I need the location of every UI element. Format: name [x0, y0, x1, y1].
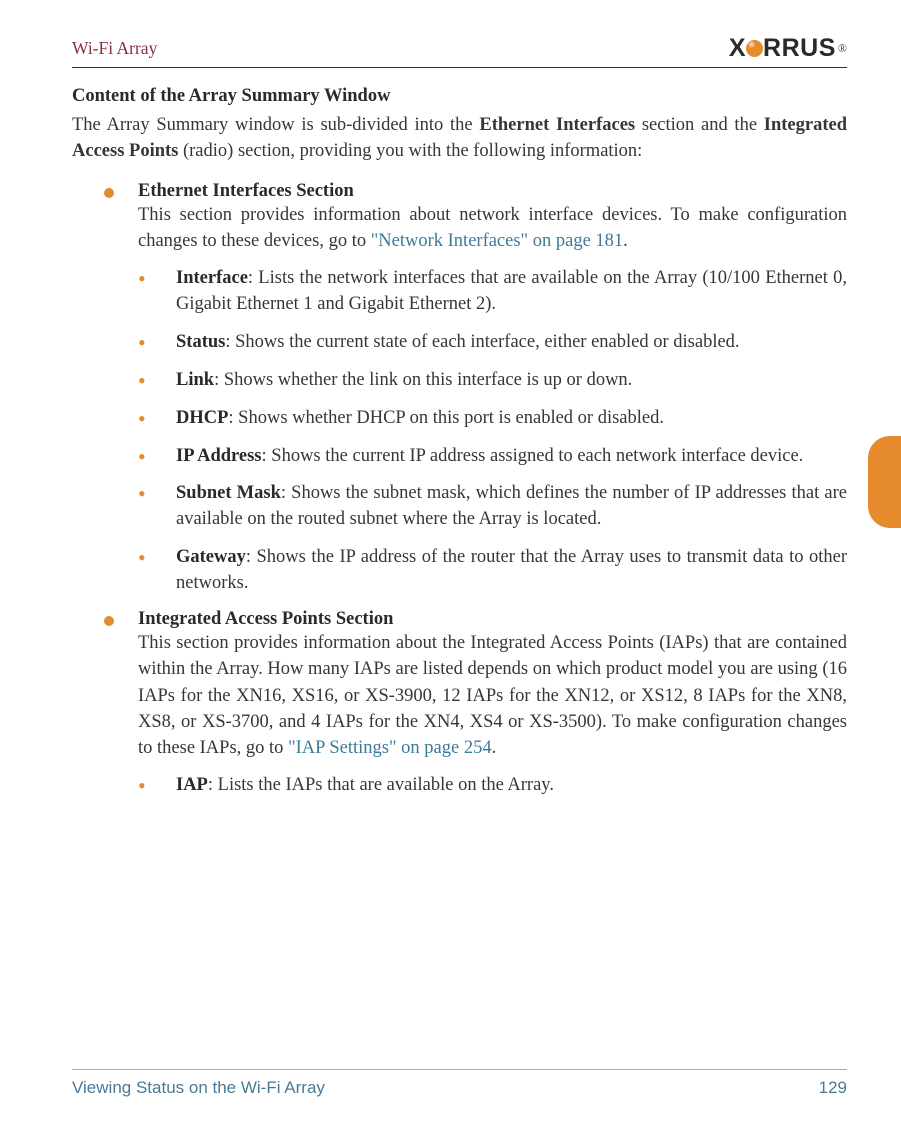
doc-title: Wi-Fi Array — [72, 38, 157, 59]
registered-icon: ® — [838, 41, 847, 56]
item-label: Gateway — [176, 547, 246, 567]
item-label: IP Address — [176, 446, 262, 466]
main-bullet-list: Ethernet Interfaces Section This section… — [72, 181, 847, 800]
list-item: Gateway: Shows the IP address of the rou… — [138, 545, 847, 597]
intro-text-mid: section and the — [635, 115, 764, 135]
item-text: : Lists the IAPs that are available on t… — [208, 775, 554, 795]
item-label: DHCP — [176, 408, 228, 428]
ethernet-section: Ethernet Interfaces Section This section… — [72, 181, 847, 597]
eth-body-post: . — [623, 231, 628, 251]
list-item: IAP: Lists the IAPs that are available o… — [138, 773, 847, 799]
footer-section-title: Viewing Status on the Wi-Fi Array — [72, 1078, 325, 1098]
page-footer: Viewing Status on the Wi-Fi Array 129 — [72, 1069, 847, 1098]
iap-settings-link[interactable]: "IAP Settings" on page 254 — [288, 738, 492, 758]
page-number: 129 — [819, 1078, 847, 1098]
intro-text-pre: The Array Summary window is sub-divided … — [72, 115, 479, 135]
item-label: IAP — [176, 775, 208, 795]
logo-text-rrus: RRUS — [763, 34, 836, 63]
list-item: Interface: Lists the network interfaces … — [138, 266, 847, 318]
intro-text-post: (radio) section, providing you with the … — [178, 141, 642, 161]
iap-section-title: Integrated Access Points Section — [138, 609, 847, 630]
list-item: DHCP: Shows whether DHCP on this port is… — [138, 406, 847, 432]
iap-section: Integrated Access Points Section This se… — [72, 609, 847, 799]
item-text: : Shows whether the link on this interfa… — [214, 370, 632, 390]
network-interfaces-link[interactable]: "Network Interfaces" on page 181 — [371, 231, 623, 251]
item-text: : Shows whether DHCP on this port is ena… — [228, 408, 664, 428]
item-text: : Shows the IP address of the router tha… — [176, 547, 847, 593]
logo-text-x: X — [729, 34, 746, 63]
ethernet-section-title: Ethernet Interfaces Section — [138, 181, 847, 202]
xirrus-logo: X RRUS ® — [729, 34, 847, 63]
list-item: Link: Shows whether the link on this int… — [138, 368, 847, 394]
list-item: Subnet Mask: Shows the subnet mask, whic… — [138, 481, 847, 533]
page-header: Wi-Fi Array X RRUS ® — [72, 34, 847, 68]
ethernet-sub-list: Interface: Lists the network interfaces … — [138, 266, 847, 597]
intro-paragraph: The Array Summary window is sub-divided … — [72, 112, 847, 165]
item-text: : Lists the network interfaces that are … — [176, 268, 847, 314]
intro-bold-1: Ethernet Interfaces — [479, 115, 635, 135]
item-label: Link — [176, 370, 214, 390]
logo-i-dot-icon — [746, 40, 763, 57]
iap-sub-list: IAP: Lists the IAPs that are available o… — [138, 773, 847, 799]
item-label: Subnet Mask — [176, 483, 281, 503]
ethernet-section-body: This section provides information about … — [138, 202, 847, 255]
item-label: Status — [176, 332, 225, 352]
iap-body-post: . — [492, 738, 497, 758]
section-heading: Content of the Array Summary Window — [72, 86, 847, 107]
item-text: : Shows the current state of each interf… — [225, 332, 739, 352]
list-item: IP Address: Shows the current IP address… — [138, 444, 847, 470]
side-tab-icon — [868, 436, 901, 528]
list-item: Status: Shows the current state of each … — [138, 330, 847, 356]
iap-section-body: This section provides information about … — [138, 630, 847, 761]
item-label: Interface — [176, 268, 248, 288]
item-text: : Shows the current IP address assigned … — [262, 446, 804, 466]
